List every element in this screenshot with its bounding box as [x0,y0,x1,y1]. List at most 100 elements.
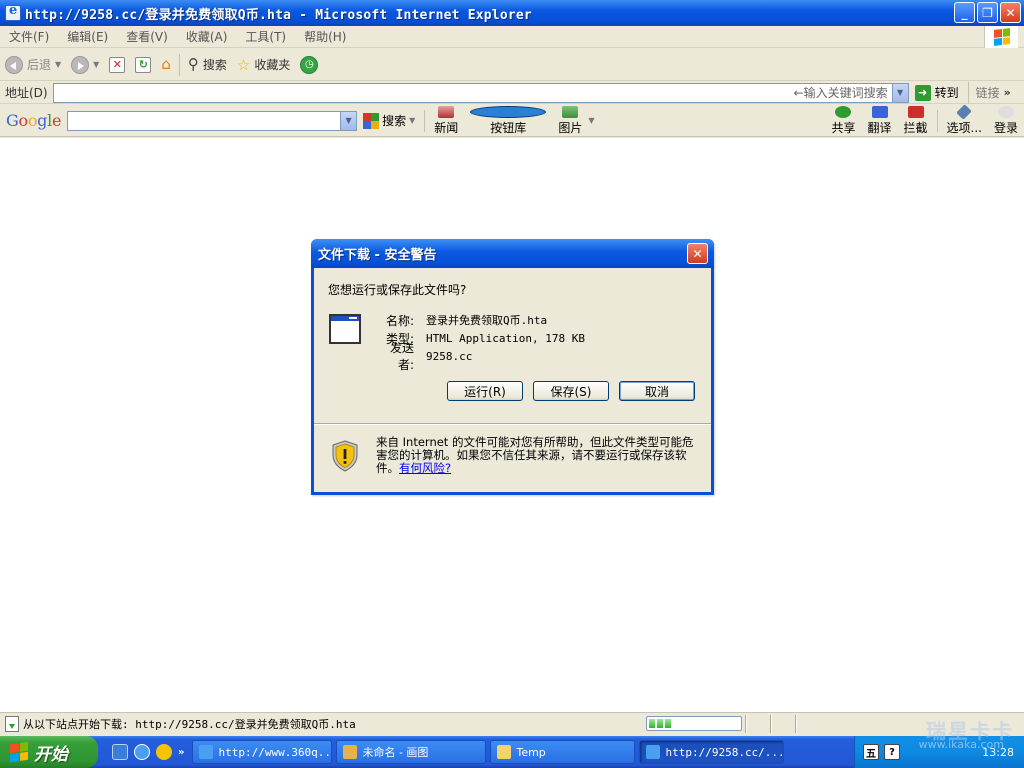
popup-block-label: 拦截 [903,120,928,135]
stop-button[interactable]: ✕ [104,53,130,77]
taskbar-item-ie-360q[interactable]: http://www.360q... [192,740,333,764]
google-search-dropdown-icon[interactable]: ▼ [340,111,357,130]
taskbar-item-temp-folder[interactable]: Temp [490,740,636,764]
status-separator [745,715,747,733]
go-arrow-icon: ➜ [914,84,931,101]
run-button[interactable]: 运行(R) [447,381,523,401]
status-separator [795,715,797,733]
windows-flag-icon [993,28,1010,46]
ie-icon [5,3,21,21]
google-search-input[interactable]: ▼ [67,110,358,131]
address-dropdown-icon[interactable]: ▼ [891,83,908,102]
folder-icon [497,745,512,759]
ime-icon[interactable]: 五 [863,744,879,760]
qq-icon[interactable] [156,744,172,760]
wrench-icon [956,103,973,120]
taskbar-item-ie-9258[interactable]: http://9258.cc/... [639,740,785,764]
news-label: 新闻 [434,120,459,135]
block-icon [907,105,924,118]
search-label: 搜索 [202,58,227,72]
back-button[interactable]: 后退 ▼ [0,53,66,77]
window-title: http://9258.cc/登录并免费领取Q币.hta - Microsoft… [25,7,532,23]
toolbar-separator [178,53,180,76]
progress-segment [649,719,655,728]
menu-tools[interactable]: 工具(T) [236,28,295,45]
minimize-button[interactable]: _ [954,2,975,23]
help-icon[interactable]: ? [884,744,900,760]
translate-button[interactable]: 翻译 [862,105,898,136]
dialog-title: 文件下载 - 安全警告 [318,248,437,263]
file-name-value: 登录并免费领取Q币.hta [426,314,548,327]
menu-view[interactable]: 查看(V) [117,28,177,45]
image-icon [562,105,579,118]
star-icon: ☆ [236,55,251,74]
dialog-divider [314,423,711,425]
close-button[interactable]: ✕ [1000,2,1021,23]
window-title-bar[interactable]: http://9258.cc/登录并免费领取Q币.hta - Microsoft… [0,0,1024,26]
go-button[interactable]: ➜ 转到 [909,84,965,101]
search-button[interactable]: ⚲ 搜索 [183,53,232,77]
security-warning-text: 来自 Internet 的文件可能对您有所帮助，但此文件类型可能危害您的计算机。… [376,436,694,475]
login-button[interactable]: 登录 [988,105,1024,136]
address-separator [967,81,969,104]
options-button[interactable]: 选项... [941,103,988,136]
file-info: 名称: 登录并免费领取Q币.hta 类型: HTML Application, … [376,311,585,373]
start-button[interactable]: 开始 [0,736,98,768]
share-icon [835,105,852,118]
dialog-close-button[interactable]: ✕ [687,243,708,264]
menu-edit[interactable]: 编辑(E) [58,28,117,45]
links-button[interactable]: 链接 [972,84,1004,101]
links-chevron-icon[interactable]: » [1004,86,1011,99]
cancel-button[interactable]: 取消 [619,381,695,401]
google-search-dropdown-icon[interactable]: ▼ [409,116,415,125]
home-icon: ⌂ [161,55,171,73]
google-logo-letter: G [6,111,19,130]
back-dropdown-icon[interactable]: ▼ [55,60,61,69]
dialog-question: 您想运行或保存此文件吗? [328,283,467,297]
menu-file[interactable]: 文件(F) [0,28,58,45]
google-logo[interactable]: Google [0,111,67,130]
favorites-label: 收藏夹 [254,58,291,72]
show-desktop-icon[interactable] [112,744,128,760]
news-button[interactable]: 新闻 [428,105,464,136]
clock[interactable]: 13:28 [982,746,1024,759]
news-icon [438,105,455,118]
taskbar-item-paint[interactable]: 未命名 - 画图 [336,740,487,764]
go-label: 转到 [934,86,959,100]
forward-dropdown-icon[interactable]: ▼ [93,60,99,69]
task-label: Temp [516,745,546,759]
google-search-button[interactable]: 搜索 ▼ [357,106,421,136]
images-button[interactable]: 图片 [552,105,588,136]
standard-toolbar: 后退 ▼ ▼ ✕ ↻ ⌂ ⚲ 搜索 ☆ 收藏夹 ◷ [0,49,1024,81]
menu-favorites[interactable]: 收藏(A) [177,28,237,45]
file-download-dialog: 文件下载 - 安全警告 ✕ 您想运行或保存此文件吗? 名称: 登录并免费领取Q币… [311,239,714,495]
ie-icon [646,745,661,759]
favorites-button[interactable]: ☆ 收藏夹 [232,53,295,77]
maximize-button[interactable]: ❐ [977,2,998,23]
windows-flag-icon [10,741,28,763]
translate-label: 翻译 [867,120,892,135]
share-button[interactable]: 共享 [825,105,861,136]
quicklaunch-more-icon[interactable]: » [178,747,184,758]
google-search-label: 搜索 [382,114,407,128]
window-controls: _ ❐ ✕ [954,2,1021,23]
button-gallery-button[interactable]: 按钮库 [464,105,552,136]
google-logo-letter: o [18,111,28,130]
address-input[interactable]: ←输入关键词搜索 ▼ [52,82,909,103]
paint-icon [343,745,358,759]
refresh-button[interactable]: ↻ [130,53,156,77]
forward-button[interactable]: ▼ [66,53,104,77]
risk-link[interactable]: 有何风险? [399,461,451,475]
menu-help[interactable]: 帮助(H) [295,28,355,45]
home-button[interactable]: ⌂ [156,53,176,77]
popup-block-button[interactable]: 拦截 [898,105,934,136]
ie-quicklaunch-icon[interactable] [134,744,150,760]
google-logo-letter: g [37,111,48,130]
dialog-title-bar[interactable]: 文件下载 - 安全警告 [311,239,714,268]
file-name-label: 名称: [385,313,414,328]
history-button[interactable]: ◷ [295,53,323,77]
images-dropdown-icon[interactable]: ▼ [588,116,594,125]
button-gallery-label: 按钮库 [490,120,527,135]
file-from-label: 发送者: [389,341,414,372]
save-button[interactable]: 保存(S) [533,381,609,401]
